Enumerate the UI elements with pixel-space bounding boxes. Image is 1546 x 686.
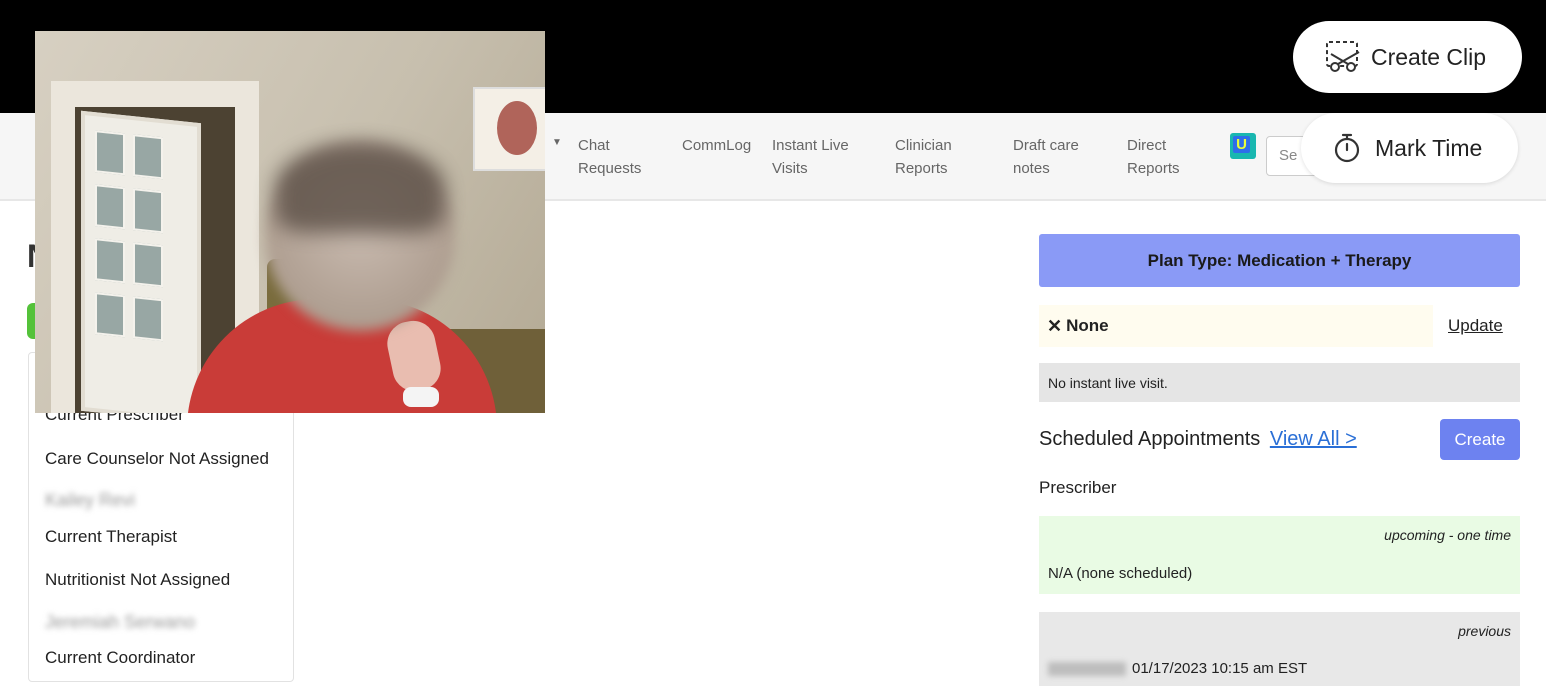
nav-instant-live-visits[interactable]: Instant Live Visits xyxy=(772,134,849,180)
nav-commlog[interactable]: CommLog xyxy=(682,134,751,157)
video-door-pane xyxy=(133,296,163,342)
counselor-status: Care Counselor Not Assigned xyxy=(45,449,269,468)
therapist-role: Current Therapist xyxy=(45,527,177,546)
stopwatch-icon xyxy=(1333,133,1361,163)
mark-time-label: Mark Time xyxy=(1375,134,1483,161)
clip-scissors-icon xyxy=(1325,40,1363,74)
previous-tag: previous xyxy=(1458,623,1511,639)
previous-appointment-card[interactable]: previous 01/17/2023 10:15 am EST xyxy=(1039,612,1520,686)
coordinator-role: Current Coordinator xyxy=(45,648,196,667)
nav-label: Reports xyxy=(895,160,948,177)
create-appointment-button[interactable]: Create xyxy=(1440,419,1520,460)
logo-letter: U xyxy=(1233,136,1250,153)
nav-direct-reports[interactable]: Direct Reports xyxy=(1127,134,1180,180)
video-door-pane xyxy=(133,134,163,180)
plan-type-banner: Plan Type: Medication + Therapy xyxy=(1039,234,1520,287)
nav-label: Clinician xyxy=(895,137,952,154)
previous-appointment-text: 01/17/2023 10:15 am EST xyxy=(1132,660,1308,677)
app-logo-icon[interactable]: U xyxy=(1230,133,1256,159)
nav-label: CommLog xyxy=(682,137,752,154)
video-door-pane xyxy=(95,184,125,230)
upcoming-appointment-text: N/A (none scheduled) xyxy=(1048,565,1193,582)
plan-status-text: None xyxy=(1066,316,1109,335)
video-door-pane xyxy=(95,238,125,284)
video-french-door xyxy=(81,110,201,413)
nav-label: Instant Live xyxy=(772,137,849,154)
scheduled-appointments-heading: Scheduled Appointments View All > xyxy=(1039,428,1357,451)
video-wall-picture xyxy=(473,87,545,171)
view-all-link[interactable]: View All > xyxy=(1270,428,1357,450)
nav-label: notes xyxy=(1013,160,1050,177)
nav-label: Reports xyxy=(1127,160,1180,177)
create-clip-button[interactable]: Create Clip xyxy=(1293,21,1522,93)
video-picture-subject xyxy=(497,101,537,155)
nav-clinician-reports[interactable]: Clinician Reports xyxy=(895,134,952,180)
nav-label: Draft care xyxy=(1013,137,1079,154)
video-person-hair xyxy=(275,143,445,233)
scheduled-appointments-title: Scheduled Appointments xyxy=(1039,428,1261,450)
plan-status-row: ✕ None xyxy=(1039,305,1433,347)
prescriber-section-label: Prescriber xyxy=(1039,478,1117,497)
nav-chat-requests[interactable]: Chat Requests xyxy=(578,134,641,180)
nav-label: Chat xyxy=(578,137,610,154)
create-clip-label: Create Clip xyxy=(1371,43,1487,70)
upcoming-tag: upcoming - one time xyxy=(1384,527,1511,543)
nav-label: Visits xyxy=(772,160,808,177)
video-door-pane xyxy=(95,130,125,176)
previous-appointment-line: 01/17/2023 10:15 am EST xyxy=(1048,660,1307,677)
nav-label: Requests xyxy=(578,160,642,177)
video-door-pane xyxy=(133,242,163,288)
nav-label: Direct xyxy=(1127,137,1167,154)
live-visit-notice: No instant live visit. xyxy=(1039,363,1520,402)
video-door-pane xyxy=(95,292,125,338)
update-link[interactable]: Update xyxy=(1448,316,1503,336)
nutritionist-status: Nutritionist Not Assigned xyxy=(45,570,231,589)
mark-time-button[interactable]: Mark Time xyxy=(1301,113,1518,183)
nav-draft-care-notes[interactable]: Draft care notes xyxy=(1013,134,1079,180)
upcoming-appointment-card: upcoming - one time N/A (none scheduled) xyxy=(1039,516,1520,594)
dropdown-caret-icon[interactable]: ▼ xyxy=(552,137,562,148)
video-door-pane xyxy=(133,188,163,234)
video-watch xyxy=(403,387,439,407)
webcam-video-overlay[interactable] xyxy=(35,31,545,413)
blurred-clinician-name xyxy=(1048,662,1126,677)
x-icon: ✕ xyxy=(1047,315,1063,336)
coordinator-name[interactable]: Jeremiah Serwano xyxy=(45,612,195,633)
therapist-name[interactable]: Kailey Revi xyxy=(45,490,135,511)
